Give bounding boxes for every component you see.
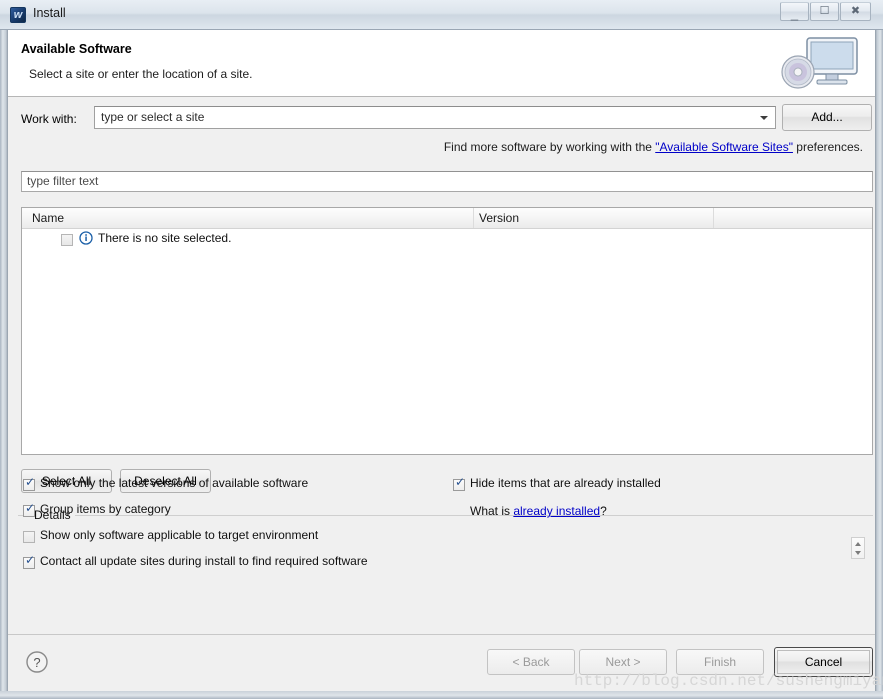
checkbox-group-by-category[interactable]: ✓ (23, 505, 35, 517)
whatis-text-before: What is (470, 504, 513, 518)
spinner-down-arrow-icon[interactable] (855, 551, 861, 555)
help-icon[interactable]: ? (25, 650, 49, 674)
option-label: Show only the latest versions of availab… (40, 476, 308, 490)
spinner-up-arrow-icon[interactable] (855, 542, 861, 546)
work-with-label: Work with: (21, 112, 77, 126)
dialog-footer: ? < Back Next > Finish Cancel (8, 634, 875, 691)
check-mark-icon: ✓ (25, 502, 35, 514)
back-button[interactable]: < Back (487, 649, 575, 675)
find-more-software-hint: Find more software by working with the "… (444, 140, 863, 154)
details-scroll-spinner[interactable] (851, 537, 865, 559)
minimize-icon: _ (781, 3, 808, 20)
row-name-cell: There is no site selected. (98, 231, 231, 245)
row-checkbox[interactable] (61, 234, 73, 246)
eclipse-icon-glyph: w (11, 7, 25, 23)
checkbox-show-latest-versions[interactable]: ✓ (23, 479, 35, 491)
dialog-banner: Available Software Select a site or ente… (8, 30, 875, 97)
column-header-version[interactable]: Version (474, 208, 714, 228)
dialog-content: Work with: type or select a site Add... … (8, 97, 875, 634)
already-installed-link[interactable]: already installed (513, 504, 600, 518)
chevron-down-icon[interactable] (755, 107, 773, 128)
check-mark-icon: ✓ (25, 476, 35, 488)
option-label: Hide items that are already installed (470, 476, 661, 490)
window-frame-left (0, 0, 8, 699)
site-combo-box[interactable]: type or select a site (94, 106, 776, 129)
maximize-button[interactable]: ☐ (810, 2, 839, 21)
checkbox-applicable-to-target[interactable] (23, 531, 35, 543)
close-icon: ✖ (841, 3, 870, 20)
table-header-row: Name Version (22, 208, 872, 229)
maximize-icon: ☐ (811, 3, 838, 20)
hint-text-before: Find more software by working with the (444, 140, 655, 154)
window-frame-bottom (0, 691, 883, 699)
table-row[interactable]: There is no site selected. (22, 229, 872, 249)
filter-input[interactable]: type filter text (21, 171, 873, 192)
whatis-text-after: ? (600, 504, 607, 518)
monitor-with-disc-icon (774, 34, 866, 94)
option-label: Show only software applicable to target … (40, 528, 318, 542)
column-header-extra[interactable] (714, 208, 872, 228)
checkbox-hide-already-installed[interactable]: ✓ (453, 479, 465, 491)
close-button[interactable]: ✖ (840, 2, 871, 21)
window-title: Install (33, 6, 66, 20)
next-button[interactable]: Next > (579, 649, 667, 675)
minimize-button[interactable]: _ (780, 2, 809, 21)
add-site-button[interactable]: Add... (782, 104, 872, 131)
what-is-already-installed: What is already installed? (470, 504, 607, 518)
page-subtitle: Select a site or enter the location of a… (29, 67, 252, 81)
site-combo-value: type or select a site (101, 110, 204, 124)
svg-text:?: ? (33, 655, 40, 670)
check-mark-icon: ✓ (25, 554, 35, 566)
check-mark-icon: ✓ (455, 476, 465, 488)
checkbox-contact-all-update-sites[interactable]: ✓ (23, 557, 35, 569)
filter-input-value: type filter text (27, 174, 98, 188)
option-label: Contact all update sites during install … (40, 554, 368, 568)
info-icon (79, 231, 93, 245)
page-title: Available Software (21, 42, 132, 56)
window-frame-right (875, 0, 883, 699)
finish-button[interactable]: Finish (676, 649, 764, 675)
eclipse-install-icon: w (10, 7, 26, 23)
cancel-button[interactable]: Cancel (774, 647, 873, 677)
available-software-sites-link[interactable]: "Available Software Sites" (655, 140, 793, 154)
cancel-button-label: Cancel (777, 650, 870, 674)
hint-text-after: preferences. (793, 140, 863, 154)
column-header-name[interactable]: Name (22, 208, 474, 228)
available-software-table[interactable]: Name Version There is no site selected. (21, 207, 873, 455)
install-dialog-window: w Install _ ☐ ✖ Available Software Selec… (0, 0, 883, 699)
title-bar[interactable]: w Install _ ☐ ✖ (0, 0, 883, 30)
option-label: Group items by category (40, 502, 171, 516)
